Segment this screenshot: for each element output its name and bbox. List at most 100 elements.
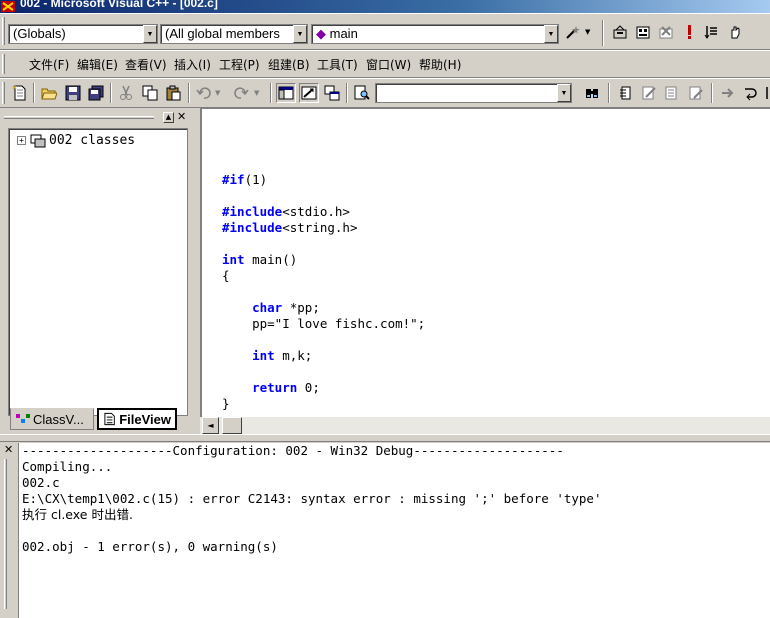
step-over-icon[interactable] xyxy=(740,83,760,103)
separator xyxy=(110,83,112,103)
menu-tools[interactable]: 工具(T) xyxy=(317,56,358,73)
chevron-down-icon[interactable]: ▼ xyxy=(585,28,590,36)
tree-item-root[interactable]: + 002 classes xyxy=(17,133,135,148)
code-line[interactable] xyxy=(222,188,425,204)
breakpoint-hand-icon[interactable] xyxy=(725,22,745,42)
code-text[interactable]: #if(1) #include<stdio.h> #include<string.h… xyxy=(222,156,425,412)
output-window[interactable]: --------------------Configuration: 002 -… xyxy=(18,443,770,618)
code-line[interactable]: { xyxy=(222,268,425,284)
code-line[interactable] xyxy=(222,156,425,172)
code-line[interactable]: int m,k; xyxy=(222,348,425,364)
close-icon[interactable]: ✕ xyxy=(177,110,186,123)
tree-root-label: 002 classes xyxy=(49,133,136,148)
compile-icon[interactable] xyxy=(610,22,630,42)
code-line[interactable]: int main() xyxy=(222,252,425,268)
chevron-down-icon[interactable]: ▼ xyxy=(215,89,220,97)
maximize-icon[interactable]: ▲ xyxy=(163,112,174,123)
toolbar-grip[interactable] xyxy=(2,17,5,45)
build-icon[interactable] xyxy=(633,22,653,42)
code-line[interactable] xyxy=(222,284,425,300)
save-icon[interactable] xyxy=(63,83,83,103)
close-icon[interactable]: ✕ xyxy=(4,443,13,456)
output-line: 002.obj - 1 error(s), 0 warning(s) xyxy=(22,539,278,554)
workspace-toggle-icon[interactable] xyxy=(276,83,296,103)
panel-grip[interactable] xyxy=(4,116,154,119)
wizard-action-icon[interactable] xyxy=(563,22,583,42)
output-toggle-icon[interactable] xyxy=(299,83,319,103)
find-in-files-icon[interactable] xyxy=(352,83,372,103)
code-line[interactable] xyxy=(222,236,425,252)
menu-edit[interactable]: 编辑(E) xyxy=(77,56,118,73)
menu-build[interactable]: 组建(B) xyxy=(268,56,310,73)
menu-project[interactable]: 工程(P) xyxy=(219,56,260,73)
undo-icon[interactable] xyxy=(194,83,214,103)
run-to-cursor-icon[interactable] xyxy=(762,83,770,103)
code-line[interactable]: char *pp; xyxy=(222,300,425,316)
code-line[interactable] xyxy=(222,332,425,348)
toolbar-grip[interactable] xyxy=(2,82,5,104)
open-folder-icon[interactable] xyxy=(39,83,59,103)
resource-icon[interactable] xyxy=(662,83,682,103)
menu-file[interactable]: 文件(F) xyxy=(29,56,69,73)
output-splitter[interactable] xyxy=(0,434,770,442)
class-view-icon[interactable] xyxy=(616,83,636,103)
code-line[interactable]: #include<string.h> xyxy=(222,220,425,236)
separator xyxy=(346,83,348,103)
new-file-icon[interactable] xyxy=(10,83,30,103)
menu-help[interactable]: 帮助(H) xyxy=(419,56,461,73)
separator xyxy=(270,83,272,103)
output-line: 002.c xyxy=(22,475,60,490)
code-editor[interactable]: #if(1) #include<stdio.h> #include<string.h… xyxy=(200,108,770,434)
save-all-icon[interactable] xyxy=(86,83,106,103)
class-wizard-icon[interactable] xyxy=(639,83,659,103)
output-grip[interactable] xyxy=(4,459,7,609)
find-binoculars-icon[interactable] xyxy=(582,83,602,103)
function-combo[interactable]: ◆ main ▼ xyxy=(311,24,559,44)
output-side-bar: ✕ xyxy=(0,443,18,618)
code-line[interactable] xyxy=(222,364,425,380)
chevron-down-icon[interactable]: ▼ xyxy=(254,89,259,97)
execute-icon[interactable] xyxy=(679,22,699,42)
copy-icon[interactable] xyxy=(140,83,160,103)
scroll-thumb[interactable] xyxy=(222,417,242,434)
code-line[interactable]: } xyxy=(222,396,425,412)
class-tree[interactable]: + 002 classes xyxy=(8,128,188,416)
redo-icon[interactable] xyxy=(231,83,251,103)
scope-combo[interactable]: (Globals) ▼ xyxy=(8,24,158,44)
code-line[interactable]: #if(1) xyxy=(222,172,425,188)
menu-window[interactable]: 窗口(W) xyxy=(366,56,411,73)
members-combo[interactable]: (All global members ▼ xyxy=(160,24,308,44)
output-text: --------------------Configuration: 002 -… xyxy=(22,443,601,555)
menu-view[interactable]: 查看(V) xyxy=(125,56,167,73)
edit-icon[interactable] xyxy=(686,83,706,103)
menu-insert[interactable]: 插入(I) xyxy=(174,56,211,73)
fileview-icon xyxy=(104,412,115,426)
find-combo[interactable]: ▼ xyxy=(375,83,572,103)
tab-fileview-label: FileView xyxy=(119,411,171,427)
separator xyxy=(608,83,610,103)
paste-icon[interactable] xyxy=(163,83,183,103)
scroll-left-icon[interactable]: ◄ xyxy=(202,417,219,434)
chevron-down-icon[interactable]: ▼ xyxy=(544,25,558,43)
cut-icon[interactable] xyxy=(116,83,136,103)
step-into-icon[interactable] xyxy=(717,83,737,103)
separator xyxy=(33,83,35,103)
tab-classview[interactable]: ClassV... xyxy=(10,408,94,430)
chevron-down-icon[interactable]: ▼ xyxy=(143,25,157,43)
code-line[interactable]: #include<stdio.h> xyxy=(222,204,425,220)
output-line: E:\CX\temp1\002.c(15) : error C2143: syn… xyxy=(22,491,602,506)
menu-grip[interactable] xyxy=(2,54,5,74)
function-icon: ◆ xyxy=(316,26,326,41)
tab-fileview[interactable]: FileView xyxy=(97,408,177,430)
stop-build-icon[interactable] xyxy=(656,22,676,42)
go-icon[interactable] xyxy=(702,22,722,42)
separator xyxy=(188,83,190,103)
expand-icon[interactable]: + xyxy=(17,136,26,145)
chevron-down-icon[interactable]: ▼ xyxy=(293,25,307,43)
code-line[interactable]: return 0; xyxy=(222,380,425,396)
chevron-down-icon[interactable]: ▼ xyxy=(557,84,571,102)
window-list-icon[interactable] xyxy=(322,83,342,103)
workspace-panel: ▲ ✕ + 002 classes xyxy=(0,108,196,436)
code-line[interactable]: pp="I love fishc.com!"; xyxy=(222,316,425,332)
horizontal-scrollbar[interactable]: ◄ xyxy=(200,417,770,434)
